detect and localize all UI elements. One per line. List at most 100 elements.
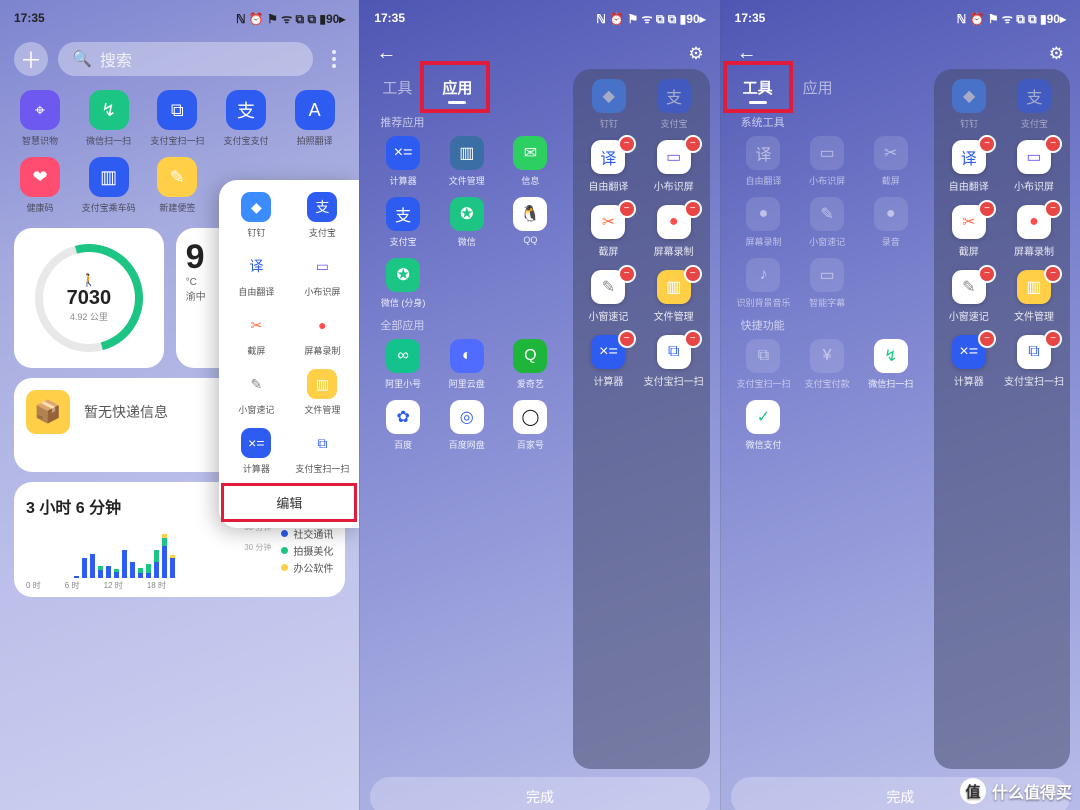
overlay-item[interactable]: ▥文件管理 (291, 369, 353, 416)
overlay-item[interactable]: ●屏幕录制 (291, 310, 353, 357)
app-shortcut[interactable]: ▥支付宝乘车码 (79, 157, 139, 214)
edit-button[interactable]: 编辑 (225, 485, 353, 520)
app-item[interactable]: ◐阿里云盘 (438, 339, 496, 390)
steps-card[interactable]: 🚶 7030 4.92 公里 (14, 228, 164, 368)
side-item[interactable]: 译−自由翻译 (579, 140, 637, 193)
side-anchor[interactable]: ◆钉钉 (940, 79, 999, 130)
remove-badge[interactable]: − (978, 200, 996, 218)
settings-icon[interactable]: ⚙ (688, 44, 703, 64)
more-icon[interactable] (323, 42, 345, 76)
app-item[interactable]: ✪微信 (分身) (374, 258, 432, 309)
side-item[interactable]: ✂−截屏 (579, 205, 637, 258)
app-icon: ✎ (241, 369, 271, 399)
remove-badge[interactable]: − (978, 135, 996, 153)
remove-badge[interactable]: − (684, 135, 702, 153)
back-button[interactable]: ← (376, 42, 396, 65)
side-item[interactable]: ×=−计算器 (940, 335, 998, 388)
remove-badge[interactable]: − (1044, 330, 1062, 348)
app-shortcut[interactable]: ⌖智慧识物 (10, 90, 70, 147)
app-icon: ❤ (20, 157, 60, 197)
side-item[interactable]: ●−屏幕录制 (644, 205, 704, 258)
side-item[interactable]: ●−屏幕录制 (1004, 205, 1064, 258)
app-item[interactable]: ▭智能字幕 (798, 258, 856, 309)
app-item[interactable]: ✂截屏 (862, 136, 920, 187)
app-icon: ✓ (746, 400, 780, 434)
side-item[interactable]: ✎−小窗速记 (940, 270, 998, 323)
settings-icon[interactable]: ⚙ (1049, 44, 1064, 64)
overlay-item[interactable]: ⧉支付宝扫一扫 (291, 428, 353, 475)
remove-badge[interactable]: − (684, 265, 702, 283)
quick-item[interactable]: ¥支付宝付款 (798, 339, 856, 390)
done-button[interactable]: 完成 (370, 777, 709, 810)
tab-tools[interactable]: 工具 (380, 73, 414, 102)
side-item[interactable]: ▭−小布识屏 (1004, 140, 1064, 193)
remove-badge[interactable]: − (618, 330, 636, 348)
app-item[interactable]: 支支付宝 (374, 197, 432, 248)
overlay-item[interactable]: 译自由翻译 (225, 251, 287, 298)
app-item[interactable]: ∞阿里小号 (374, 339, 432, 390)
side-item[interactable]: ⧉−支付宝扫一扫 (644, 335, 704, 388)
side-item[interactable]: ▥−文件管理 (644, 270, 704, 323)
app-item[interactable]: 译自由翻译 (735, 136, 793, 187)
remove-badge[interactable]: − (684, 200, 702, 218)
app-shortcut[interactable]: ⧉支付宝扫一扫 (147, 90, 207, 147)
app-item[interactable]: ✪微信 (438, 197, 496, 248)
side-item[interactable]: ×=−计算器 (579, 335, 637, 388)
side-item[interactable]: ⧉−支付宝扫一扫 (1004, 335, 1064, 388)
app-item[interactable]: ▭小布识屏 (798, 136, 856, 187)
side-item[interactable]: 译−自由翻译 (940, 140, 998, 193)
app-shortcut[interactable]: ↯微信扫一扫 (79, 90, 139, 147)
app-item[interactable]: ▥文件管理 (438, 136, 496, 187)
remove-badge[interactable]: − (1044, 200, 1062, 218)
remove-badge[interactable]: − (978, 265, 996, 283)
remove-badge[interactable]: − (1044, 265, 1062, 283)
quick-item[interactable]: ↯微信扫一扫 (862, 339, 920, 390)
app-shortcut[interactable]: ✎新建便签 (147, 157, 207, 214)
remove-badge[interactable]: − (618, 200, 636, 218)
overlay-item[interactable]: ×=计算器 (225, 428, 287, 475)
section-title-quick: 快捷功能 (731, 315, 924, 339)
overlay-item[interactable]: ✂截屏 (225, 310, 287, 357)
quick-item[interactable]: ✓微信支付 (735, 400, 793, 451)
status-bar: 17:35 ℕ ⏰ ⚑ ᯤ ⧉ ⧉ ▮90▸ (0, 0, 359, 32)
app-label: 微信扫一扫 (86, 134, 131, 147)
app-item[interactable]: Q爱奇艺 (502, 339, 560, 390)
side-item[interactable]: ▥−文件管理 (1004, 270, 1064, 323)
side-item[interactable]: ▭−小布识屏 (644, 140, 704, 193)
side-item[interactable]: ✂−截屏 (940, 205, 998, 258)
side-anchor[interactable]: ◆钉钉 (579, 79, 638, 130)
remove-badge[interactable]: − (618, 265, 636, 283)
app-item[interactable]: ●录音 (862, 197, 920, 248)
side-anchor[interactable]: 支支付宝 (1005, 79, 1064, 130)
app-item[interactable]: ●屏幕录制 (735, 197, 793, 248)
remove-badge[interactable]: − (978, 330, 996, 348)
side-item[interactable]: ✎−小窗速记 (579, 270, 637, 323)
overlay-item[interactable]: ▭小布识屏 (291, 251, 353, 298)
overlay-item[interactable]: ✎小窗速记 (225, 369, 287, 416)
overlay-item[interactable]: 支支付宝 (291, 192, 353, 239)
tab-apps[interactable]: 应用 (801, 73, 835, 102)
app-shortcut[interactable]: A拍照翻译 (285, 90, 345, 147)
app-shortcut[interactable]: ❤健康码 (10, 157, 70, 214)
app-item[interactable]: 🐧QQ (502, 197, 560, 248)
add-button[interactable]: ＋ (14, 42, 48, 76)
app-item[interactable]: ◯百家号 (502, 400, 560, 451)
remove-badge[interactable]: − (618, 135, 636, 153)
quick-item[interactable]: ⧉支付宝扫一扫 (735, 339, 793, 390)
app-item[interactable]: ✉信息 (502, 136, 560, 187)
remove-badge[interactable]: − (684, 330, 702, 348)
app-icon: ✎ (157, 157, 197, 197)
app-item[interactable]: ◎百度网盘 (438, 400, 496, 451)
remove-badge[interactable]: − (1044, 135, 1062, 153)
app-item[interactable]: ✿百度 (374, 400, 432, 451)
parcel-text: 暂无快递信息 (84, 402, 168, 422)
app-item[interactable]: ♪识别背景音乐 (735, 258, 793, 309)
watermark-text: 什么值得买 (992, 779, 1072, 803)
highlight-box (420, 61, 490, 113)
app-shortcut[interactable]: 支支付宝支付 (216, 90, 276, 147)
search-input[interactable]: 🔍 搜索 (58, 42, 313, 76)
overlay-item[interactable]: ◆钉钉 (225, 192, 287, 239)
side-anchor[interactable]: 支支付宝 (644, 79, 703, 130)
app-item[interactable]: ✎小窗速记 (798, 197, 856, 248)
app-item[interactable]: ×=计算器 (374, 136, 432, 187)
